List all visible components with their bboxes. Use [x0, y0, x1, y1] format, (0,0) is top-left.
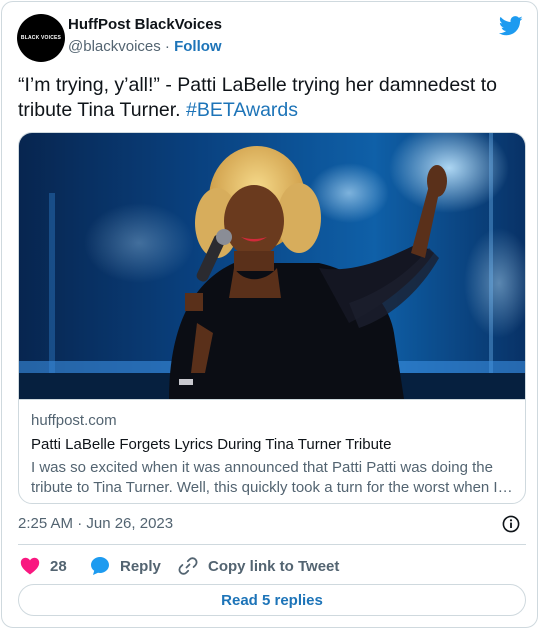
timestamp[interactable]: 2:25 AM · Jun 26, 2023 [18, 515, 173, 532]
hashtag-link[interactable]: #BETAwards [186, 99, 298, 121]
performer-photo[interactable] [19, 133, 526, 399]
author-handle[interactable]: @blackvoices [68, 38, 161, 55]
heart-icon [20, 557, 40, 575]
author-name[interactable]: HuffPost BlackVoices [68, 16, 222, 33]
twitter-bird-icon[interactable] [499, 16, 523, 36]
divider [18, 544, 526, 545]
follow-link[interactable]: Follow [174, 38, 222, 55]
tweet-card: BLACK VOICES HuffPost BlackVoices @black… [1, 1, 538, 628]
author-line: @blackvoices · Follow [68, 38, 222, 55]
info-icon[interactable] [502, 515, 520, 533]
link-icon [178, 557, 198, 575]
copy-link-label: Copy link to Tweet [208, 557, 340, 575]
like-count: 28 [50, 557, 67, 575]
link-meta: huffpost.com Patti LaBelle Forgets Lyric… [19, 399, 525, 503]
reply-bubble-icon [91, 557, 109, 575]
link-domain: huffpost.com [31, 412, 117, 429]
link-preview-card[interactable]: huffpost.com Patti LaBelle Forgets Lyric… [18, 132, 526, 504]
avatar[interactable]: BLACK VOICES [17, 14, 65, 62]
handle-separator: · [160, 38, 175, 55]
reply-label: Reply [120, 557, 161, 575]
like-button[interactable]: 28 [20, 555, 67, 577]
avatar-logo-text: BLACK VOICES [20, 35, 62, 41]
link-description: I was so excited when it was announced t… [31, 459, 498, 496]
read-replies-button[interactable]: Read 5 replies [18, 584, 526, 616]
link-title[interactable]: Patti LaBelle Forgets Lyrics During Tina… [31, 436, 391, 453]
copy-link-button[interactable]: Copy link to Tweet [178, 555, 339, 577]
tweet-text: “I’m trying, y’all!” - Patti LaBelle try… [18, 73, 518, 123]
reply-button[interactable]: Reply [90, 555, 161, 577]
